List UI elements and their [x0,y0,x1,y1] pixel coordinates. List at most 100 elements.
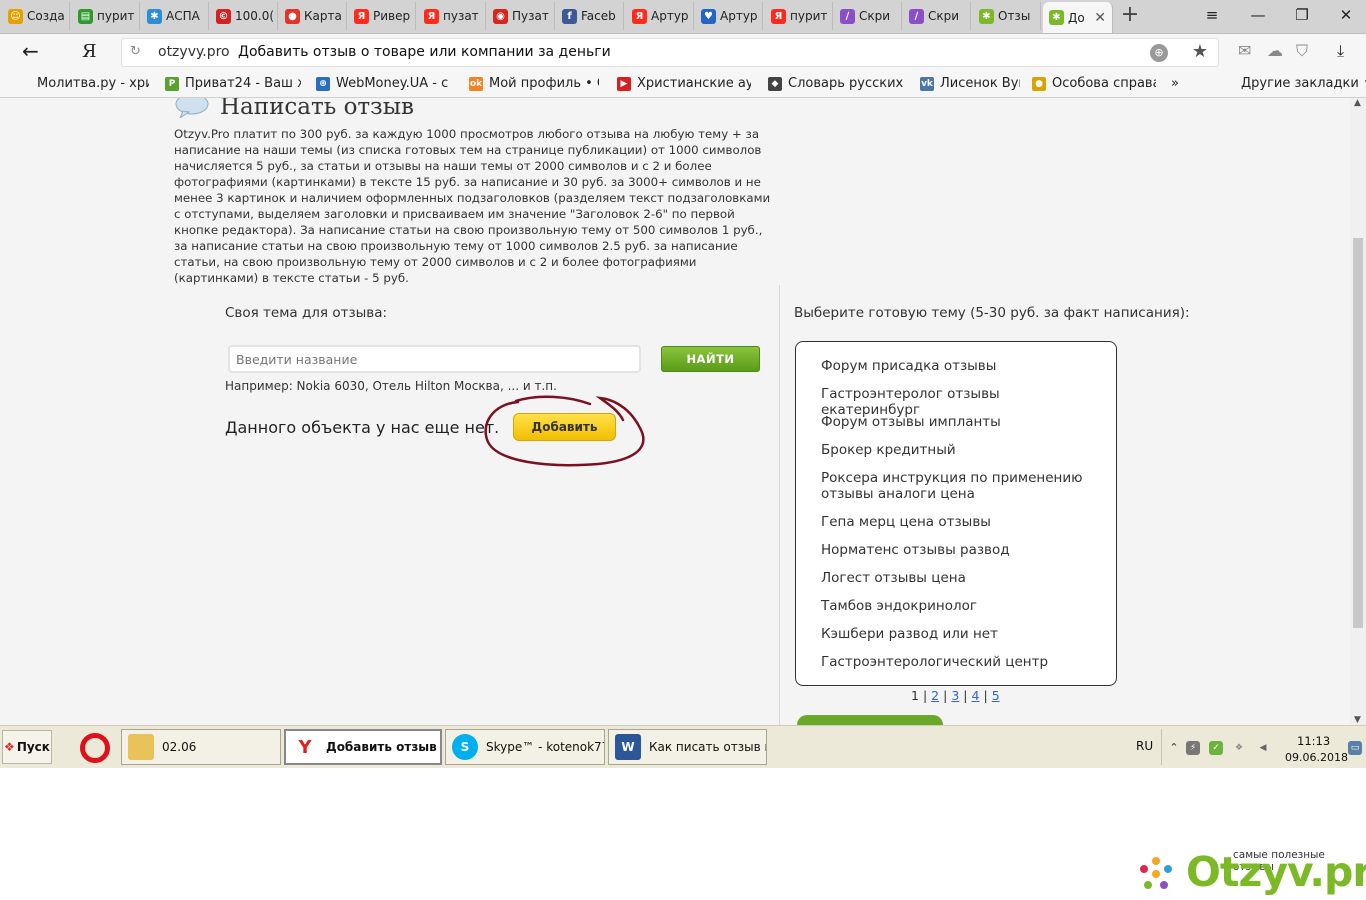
bookmark-item[interactable]: vk Лисенок Вук [920,76,1020,91]
pager-link[interactable]: 4 [972,688,980,703]
pager-link[interactable]: 3 [951,688,959,703]
browser-tab[interactable]: ● Карта [279,2,347,30]
downloads-icon[interactable]: ⤓ [1337,41,1344,61]
topic-item[interactable]: Гепа мерц цена отзывы [821,514,1101,530]
browser-tab[interactable]: Япурит [765,2,833,30]
scroll-thumb[interactable] [1353,238,1363,628]
task-folder[interactable]: 02.06 [121,729,281,765]
url-field[interactable]: ↻ otzyvy.pro Добавить отзыв о товаре или… [121,38,1219,67]
bookmark-star-icon[interactable]: ★ [1192,41,1208,62]
task-skype[interactable]: S Skype™ - kotenok77... [445,729,605,765]
tab-favicon-icon: ✱ [147,8,162,24]
browser-tab[interactable]: Япузат [418,2,486,30]
browser-tab[interactable]: ∕ Скри [903,2,971,30]
bookmark-item[interactable]: ▶ Христианские ауд [617,76,751,91]
reload-icon[interactable]: ↻ [130,44,141,59]
close-window-icon[interactable]: ✕ [1336,6,1356,24]
browser-tab[interactable]: ▤ пурит [72,2,140,30]
topic-item[interactable]: Норматенс отзывы развод [821,542,1101,558]
green-button-partial[interactable] [797,715,943,725]
start-button[interactable]: ❖ Пуск [2,730,52,764]
topic-item[interactable]: Гастроэнтерологический центр [821,654,1101,670]
browser-tab[interactable]: ∕ Скри [834,2,902,30]
topic-item[interactable]: Кэшбери развод или нет [821,626,1101,642]
bookmark-item[interactable]: P Приват24 - Ваш ж [165,76,301,91]
back-arrow-icon[interactable]: ← [22,39,39,63]
find-button[interactable]: НАЙТИ [661,346,760,372]
topic-item[interactable]: Роксера инструкция по применению отзывы … [821,470,1101,502]
pager-separator: | [983,688,988,703]
tab-favicon-icon: Я [424,8,439,24]
task-browser[interactable]: Y Добавить отзыв о ... [284,729,442,765]
task-label: Skype™ - kotenok77... [486,740,604,754]
bookmark-label: WebMoney.UA - с [336,76,449,91]
bookmark-item[interactable]: ◆ Словарь русских с [768,76,904,91]
other-bookmarks-label: Другие закладки [1241,76,1359,91]
browser-tab[interactable]: ✱ Отзы [973,2,1041,30]
pager-separator: | [922,688,928,703]
volume-icon[interactable]: ◀ [1256,741,1270,755]
bookmark-item[interactable]: ⊕ WebMoney.UA - с [316,76,448,91]
browser-tab[interactable]: f Faceb [556,2,624,30]
bookmark-label: Мой профиль • О [489,76,599,91]
pager-current: 1 [911,688,919,703]
more-bookmarks-icon[interactable]: » [1171,76,1179,91]
tab-favicon-icon: Я [771,8,786,24]
browser-tab[interactable]: © 100.0( [210,2,278,30]
usb-icon[interactable]: ⚡ [1186,741,1200,755]
new-tab-button[interactable]: + [1118,4,1142,28]
browser-tab[interactable]: ☺ Созда [2,2,70,30]
browser-tab[interactable]: ♥ Артур [695,2,763,30]
bookmark-item[interactable]: Молитва.ру - хрис [37,76,149,91]
topic-item[interactable]: Брокер кредитный [821,442,1101,458]
browser-tab[interactable]: ✱ АСПА [141,2,209,30]
own-topic-label: Своя тема для отзыва: [225,305,388,321]
tab-favicon-icon: ● [285,8,300,24]
security-icon[interactable]: ✓ [1209,741,1223,755]
bookmark-item[interactable]: ok Мой профиль • О [469,76,599,91]
pager-link[interactable]: 2 [931,688,939,703]
menu-icon[interactable]: ≡ [1202,6,1222,24]
topic-item[interactable]: Форум отзывы импланты [821,414,1101,430]
network-icon[interactable]: ▭ [1348,741,1362,755]
tab-label: пурит [790,9,828,23]
browser-tab[interactable]: Я Ривер [348,2,416,30]
page-title: Написать отзыв [220,98,414,120]
topic-item[interactable]: Логест отзывы цена [821,570,1101,586]
tab-label: Пузат [512,9,549,23]
dropbox-icon[interactable]: ❖ [1232,741,1246,755]
mail-icon[interactable]: ✉ [1238,41,1251,60]
tab-favicon-icon: © [216,8,231,24]
task-word[interactable]: W Как писать отзыв и ... [608,729,767,765]
adblock-off-icon[interactable]: ☁ [1267,41,1283,60]
bookmark-item[interactable]: ● Особова справа [1032,76,1156,91]
tab-close-icon[interactable]: ✕ [1094,10,1106,26]
protect-icon[interactable]: ⊕ [1150,44,1168,62]
browser-tab[interactable]: ✱ До ✕ [1043,2,1113,33]
minimize-icon[interactable]: — [1248,6,1268,24]
other-bookmarks[interactable]: Другие закладки▼ [1241,76,1366,91]
tray-expand-icon[interactable]: ⌃ [1167,741,1181,755]
topic-item[interactable]: Форум присадка отзывы [821,358,1101,374]
opera-icon[interactable] [80,733,110,763]
topic-item[interactable]: Тамбов эндокринолог [821,598,1101,614]
tab-label: Созда [27,9,65,23]
pager-link[interactable]: 5 [992,688,1000,703]
tab-label: Скри [859,9,891,23]
maximize-icon[interactable]: ❐ [1292,6,1312,24]
bookmark-label: Словарь русских с [788,76,904,91]
tab-label: Артур [720,9,758,23]
ready-topic-label: Выберите готовую тему (5-30 руб. за факт… [794,305,1190,321]
tab-label: До [1068,10,1085,25]
page-scrollbar[interactable]: ▲ ▼ [1350,98,1366,725]
scroll-up-icon[interactable]: ▲ [1354,98,1361,108]
bookmark-label: Особова справа [1052,76,1156,91]
browser-tab[interactable]: Я Артур [626,2,694,30]
language-indicator[interactable]: RU [1136,739,1153,753]
yandex-logo[interactable]: Я [82,41,97,62]
scroll-down-icon[interactable]: ▼ [1354,715,1361,725]
tab-favicon-icon: ☺ [8,8,23,24]
browser-tab[interactable]: ◉ Пузат [487,2,555,30]
shield-icon[interactable]: ⛉ [1296,41,1308,61]
topic-search-input[interactable] [228,345,641,373]
